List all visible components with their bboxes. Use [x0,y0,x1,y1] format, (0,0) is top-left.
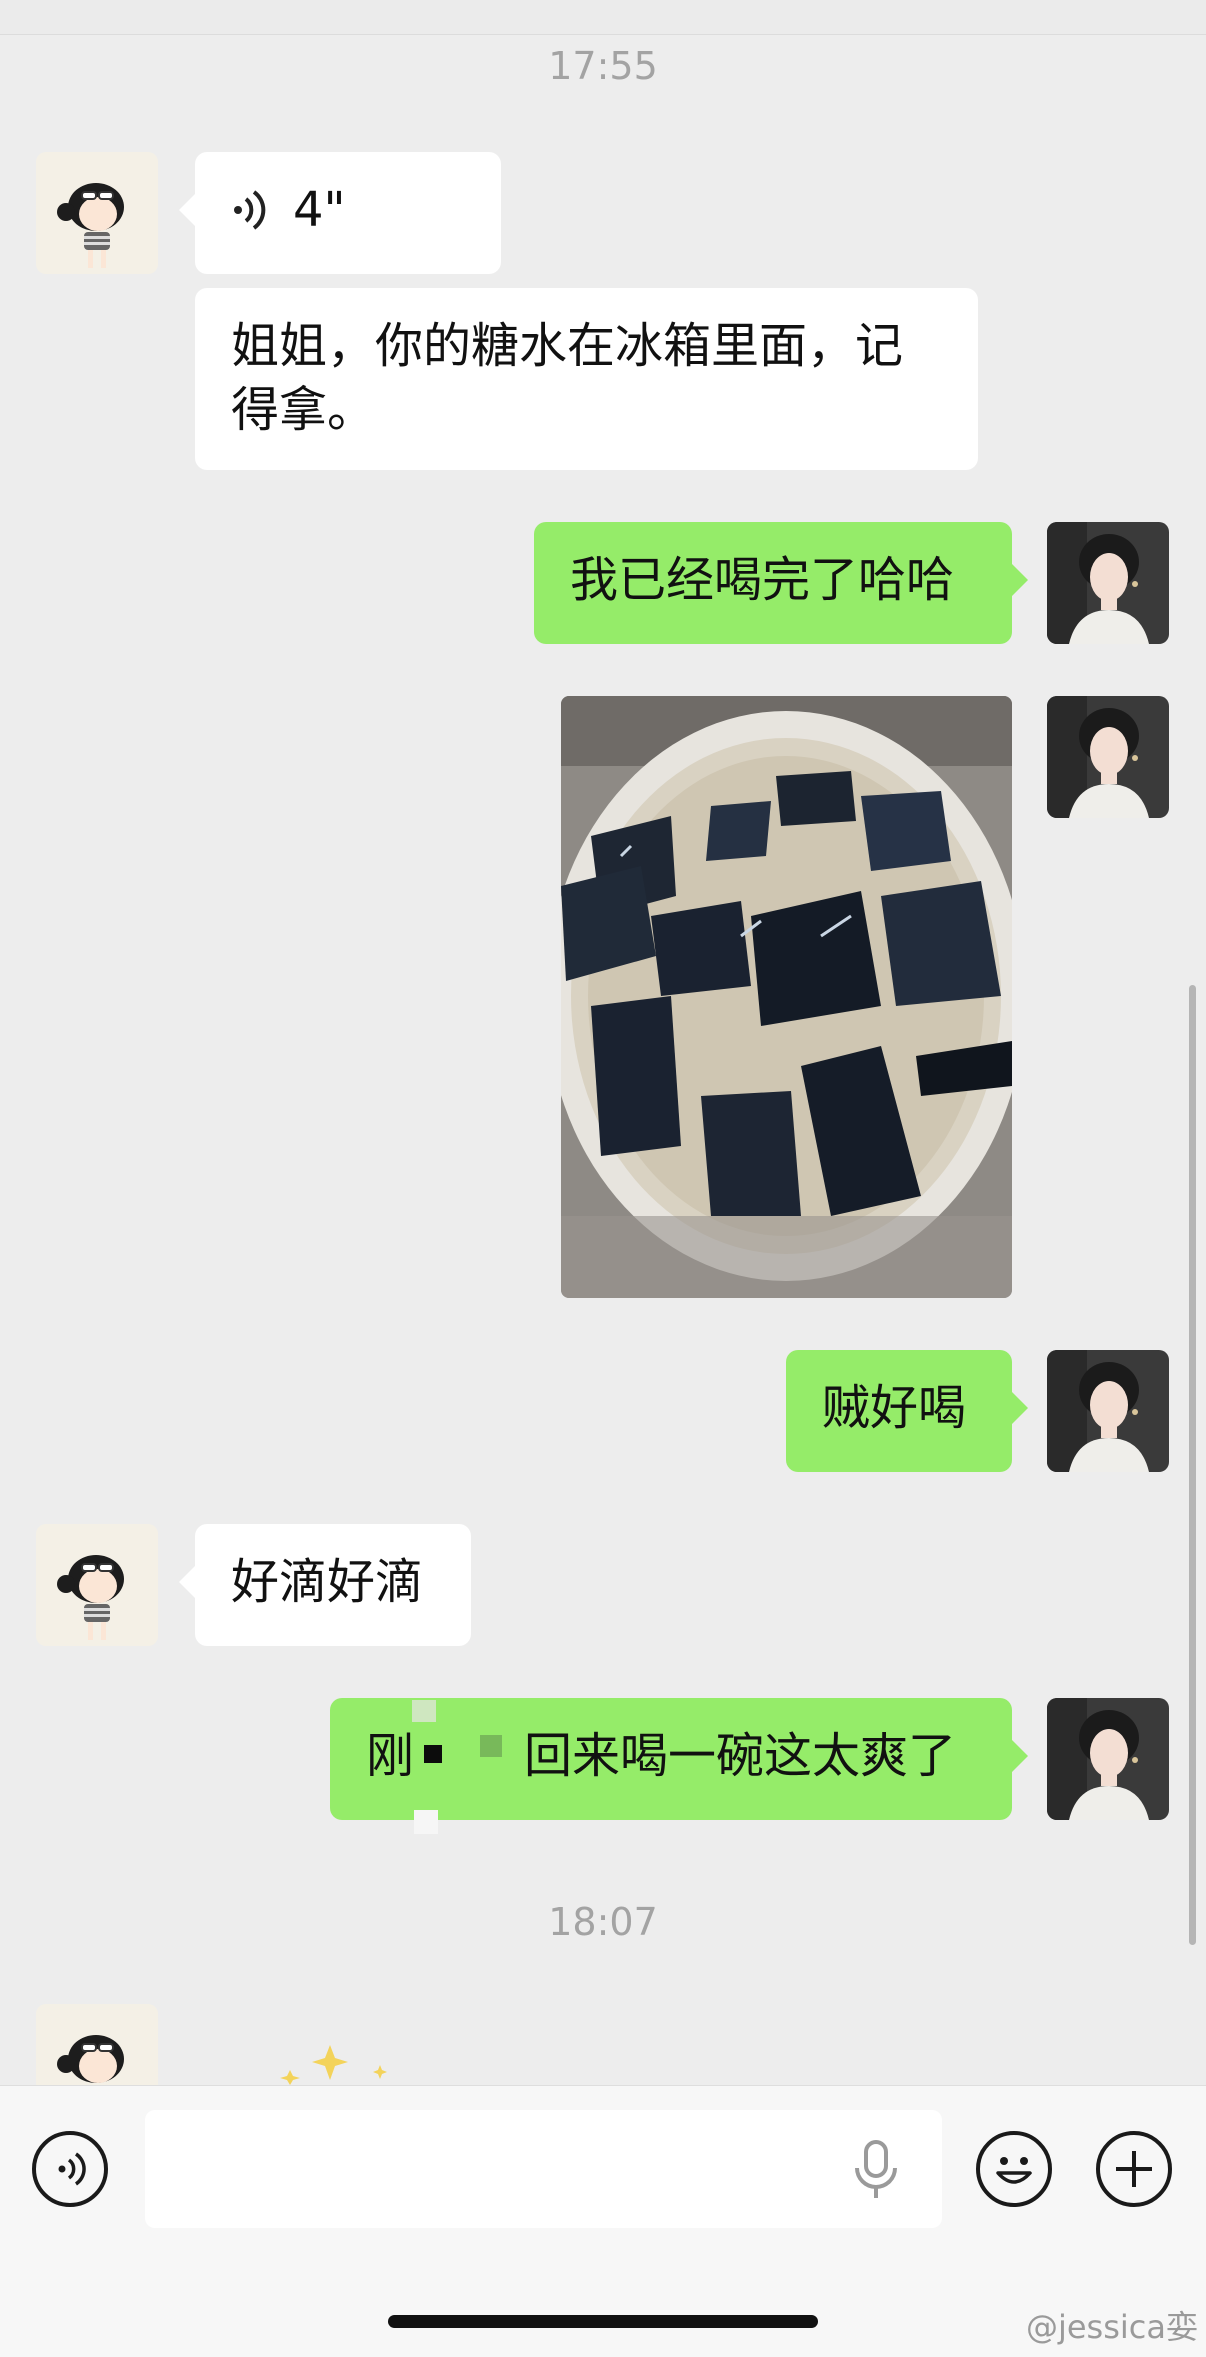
censor-pixel [414,1810,438,1834]
message-incoming-1[interactable]: 姐姐，你的糖水在冰箱里面，记得拿。 [195,288,978,470]
message-outgoing-2[interactable]: 贼好喝 [786,1350,1028,1472]
censor-pixel [480,1735,502,1757]
contact-avatar[interactable] [36,1524,158,1646]
home-indicator[interactable] [388,2315,818,2328]
message-text-start: 刚 [366,1728,415,1784]
emoji-icon [996,2157,1032,2184]
voice-wave-icon [234,190,266,230]
censor-pixel [424,1745,442,1763]
contact-avatar[interactable] [36,2004,158,2085]
voice-message-bubble[interactable]: 4" [179,152,501,274]
scrollbar[interactable] [1189,985,1196,1945]
user-avatar[interactable] [1047,1350,1169,1472]
top-strip [0,0,1206,35]
message-incoming-2[interactable]: 好滴好滴 [179,1524,471,1646]
weibo-watermark: @jessica娈 [1025,2308,1198,2346]
voice-duration: 4" [293,182,346,238]
timestamp-1755: 17:55 [548,44,658,88]
message-text-end: 回来喝一碗这太爽了 [524,1728,957,1784]
plus-icon [1116,2151,1152,2187]
sparkle-sticker [280,2045,387,2085]
message-outgoing-1[interactable]: 我已经喝完了哈哈 [534,522,1028,644]
contact-avatar[interactable] [36,152,158,274]
user-avatar[interactable] [1047,696,1169,818]
voice-input-toggle-button[interactable] [32,2131,108,2207]
timestamp-1807: 18:07 [548,1900,658,1944]
message-input-field[interactable] [145,2110,942,2228]
user-avatar[interactable] [1047,522,1169,644]
keyboard-voice-toggle-icon [58,2152,86,2186]
censor-pixel [412,1700,436,1722]
grass-jelly-dessert-photo[interactable] [561,696,1012,1298]
emoji-button[interactable] [976,2131,1052,2207]
microphone-icon[interactable] [848,2140,904,2200]
more-actions-button[interactable] [1096,2131,1172,2207]
user-avatar[interactable] [1047,1698,1169,1820]
